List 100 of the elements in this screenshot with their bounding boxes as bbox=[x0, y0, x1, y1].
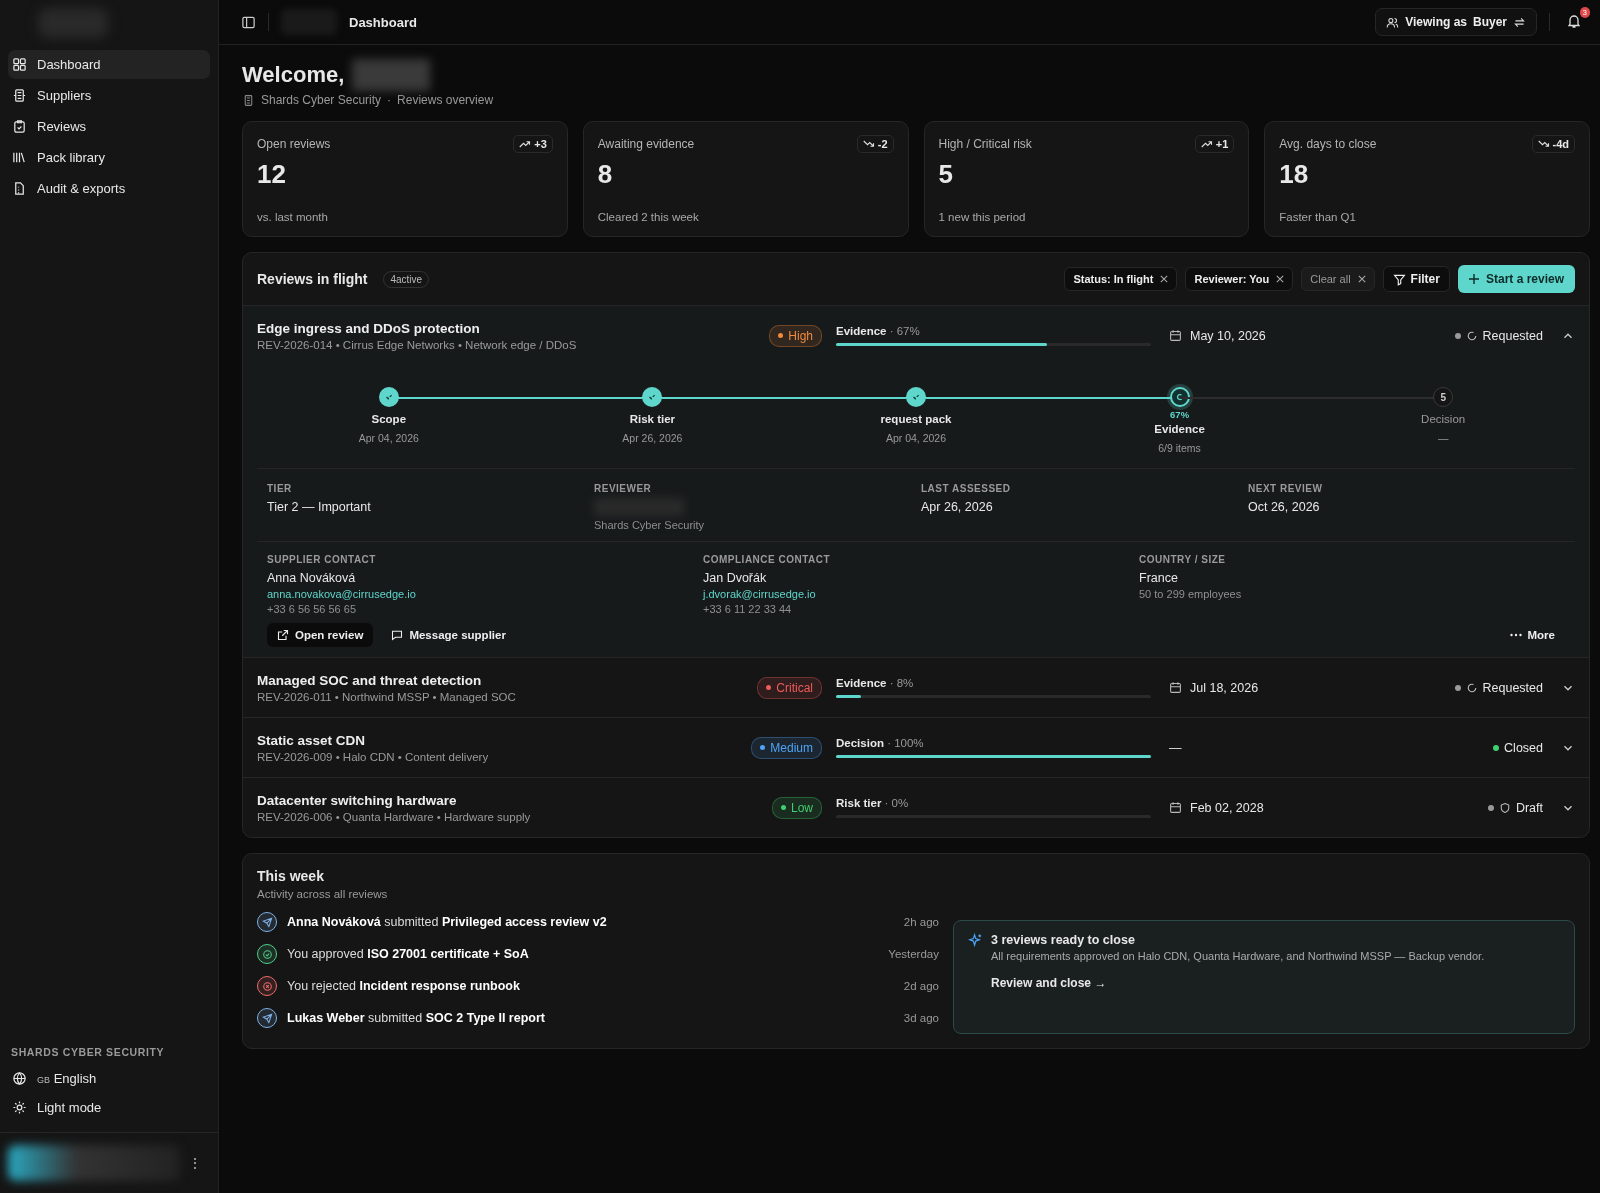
stage-progress-label: Decision · 100% bbox=[836, 737, 925, 749]
contact-detail: 50 to 299 employees bbox=[1139, 588, 1243, 600]
stage-progress-label: Evidence · 67% bbox=[836, 325, 921, 337]
review-title[interactable]: Managed SOC and threat detection bbox=[257, 672, 747, 688]
organization-name: Shards Cyber Security bbox=[261, 93, 382, 107]
sidebar-item[interactable]: Dashboard bbox=[8, 50, 210, 79]
spinner-icon bbox=[1465, 681, 1478, 694]
sparkle-icon bbox=[968, 933, 983, 948]
globe-icon bbox=[12, 1071, 27, 1086]
stat-value: 5 bbox=[938, 159, 954, 190]
field-label: COMPLIANCE CONTACT bbox=[703, 554, 832, 565]
step-percent: 67% bbox=[1170, 409, 1190, 420]
panel-subtitle: Activity across all reviews bbox=[257, 888, 389, 900]
start-review-button[interactable]: Start a review bbox=[1457, 265, 1575, 293]
risk-badge: Medium bbox=[751, 736, 822, 759]
trend-badge: +1 bbox=[1194, 135, 1235, 153]
reviewer-org: Shards Cyber Security bbox=[594, 519, 706, 531]
stat-note: vs. last month bbox=[257, 211, 329, 223]
filter-chip[interactable]: Status: In flight bbox=[1064, 267, 1178, 291]
close-icon[interactable] bbox=[1160, 275, 1169, 283]
message-supplier-button[interactable]: Message supplier bbox=[381, 623, 516, 647]
close-icon[interactable] bbox=[1357, 275, 1366, 283]
trend-badge: -2 bbox=[856, 135, 894, 153]
due-date: Jul 18, 2026 bbox=[1190, 680, 1259, 695]
review-title[interactable]: Static asset CDN bbox=[257, 732, 747, 748]
theme-item[interactable]: Light mode bbox=[8, 1093, 210, 1122]
contact-detail: +33 6 56 56 56 65 bbox=[267, 603, 357, 615]
language-item[interactable]: GB English bbox=[8, 1064, 210, 1093]
step-label: request pack bbox=[880, 413, 952, 425]
page-title: Dashboard bbox=[349, 14, 417, 30]
calendar-icon bbox=[1169, 681, 1182, 694]
review-and-close-link[interactable]: Review and close → bbox=[991, 976, 1485, 990]
check-icon bbox=[383, 392, 394, 402]
step-label: Evidence bbox=[1154, 423, 1205, 435]
step-label: Risk tier bbox=[629, 413, 676, 425]
review-meta: REV-2026-014 • Cirrus Edge Networks • Network edge / DDoS bbox=[257, 338, 578, 351]
chat-icon bbox=[391, 629, 404, 641]
review-status: Closed bbox=[1504, 740, 1543, 755]
callout-title: 3 reviews ready to close bbox=[991, 933, 1136, 947]
calendar-icon bbox=[1169, 801, 1182, 814]
field-value: Apr 26, 2026 bbox=[921, 500, 994, 514]
step-date: Apr 04, 2026 bbox=[358, 432, 419, 444]
close-icon[interactable] bbox=[1276, 275, 1285, 283]
email-link[interactable]: j.dvorak@cirrusedge.io bbox=[703, 588, 1129, 600]
shield-icon bbox=[1498, 801, 1511, 814]
review-title[interactable]: Datacenter switching hardware bbox=[257, 792, 747, 808]
review-status: Requested bbox=[1482, 328, 1543, 343]
calendar-icon bbox=[1169, 329, 1182, 342]
stat-label: Avg. days to close bbox=[1279, 137, 1377, 151]
step-marker: 5 bbox=[1433, 387, 1454, 407]
clipboard-icon bbox=[12, 119, 27, 134]
filter-button[interactable]: Filter bbox=[1382, 266, 1450, 292]
sidebar-item[interactable]: Pack library bbox=[8, 143, 210, 172]
sidebar-item[interactable]: Audit & exports bbox=[8, 174, 210, 203]
sun-icon bbox=[12, 1100, 27, 1115]
swap-icon bbox=[1513, 15, 1526, 29]
stat-value: 8 bbox=[597, 159, 614, 190]
activity-time: 2h ago bbox=[903, 916, 939, 928]
review-title[interactable]: Edge ingress and DDoS protection bbox=[257, 320, 747, 336]
bell-icon bbox=[1566, 12, 1582, 29]
activity-time: 3d ago bbox=[903, 1012, 939, 1024]
panel-title: This week bbox=[257, 868, 325, 884]
contact-name: Anna Nováková bbox=[267, 571, 357, 585]
trend-badge: -4d bbox=[1531, 135, 1575, 153]
review-meta: REV-2026-009 • Halo CDN • Content delivery bbox=[257, 750, 490, 763]
risk-badge: Critical bbox=[757, 676, 822, 699]
activity-text: Lukas Weber submitted SOC 2 Type II report bbox=[287, 1011, 545, 1025]
books-icon bbox=[12, 150, 27, 165]
field-label: LAST ASSESSED bbox=[921, 483, 1012, 494]
stat-label: High / Critical risk bbox=[938, 137, 1032, 151]
activity-text: You rejected Incident response runbook bbox=[287, 979, 520, 993]
sidebar-toggle-icon[interactable] bbox=[241, 14, 256, 30]
check-icon bbox=[647, 392, 658, 402]
separator-dot: · bbox=[387, 93, 392, 107]
file-icon bbox=[12, 181, 27, 196]
stat-note: Faster than Q1 bbox=[1279, 211, 1357, 223]
field-label: REVIEWER bbox=[594, 483, 653, 494]
organization-heading: SHARDS CYBER SECURITY bbox=[10, 1046, 166, 1060]
due-date: May 10, 2026 bbox=[1190, 328, 1266, 343]
field-label: NEXT REVIEW bbox=[1248, 483, 1324, 494]
sidebar-item[interactable]: Reviews bbox=[8, 112, 210, 141]
external-link-icon bbox=[277, 629, 289, 641]
filter-chip[interactable]: Reviewer: You bbox=[1185, 267, 1294, 291]
risk-badge: Low bbox=[772, 796, 822, 819]
email-link[interactable]: anna.novakova@cirrusedge.io bbox=[267, 588, 693, 600]
building-icon bbox=[12, 88, 27, 103]
ellipsis-icon bbox=[1509, 633, 1522, 637]
user-menu-button[interactable]: ⋮ bbox=[180, 1155, 210, 1171]
clear-filters-button[interactable]: Clear all bbox=[1301, 267, 1375, 291]
step-date: Apr 26, 2026 bbox=[622, 432, 683, 444]
role-switch-button[interactable]: Viewing as Buyer bbox=[1375, 8, 1537, 36]
field-label: TIER bbox=[267, 483, 293, 494]
activity-time: 2d ago bbox=[903, 980, 939, 992]
sidebar-item[interactable]: Suppliers bbox=[8, 81, 210, 110]
contact-name: France bbox=[1139, 571, 1179, 585]
open-review-button[interactable]: Open review bbox=[267, 623, 374, 647]
stat-value: 12 bbox=[257, 159, 287, 190]
filter-icon bbox=[1392, 272, 1406, 286]
more-button[interactable]: More bbox=[1499, 623, 1565, 647]
stat-value: 18 bbox=[1279, 159, 1310, 190]
